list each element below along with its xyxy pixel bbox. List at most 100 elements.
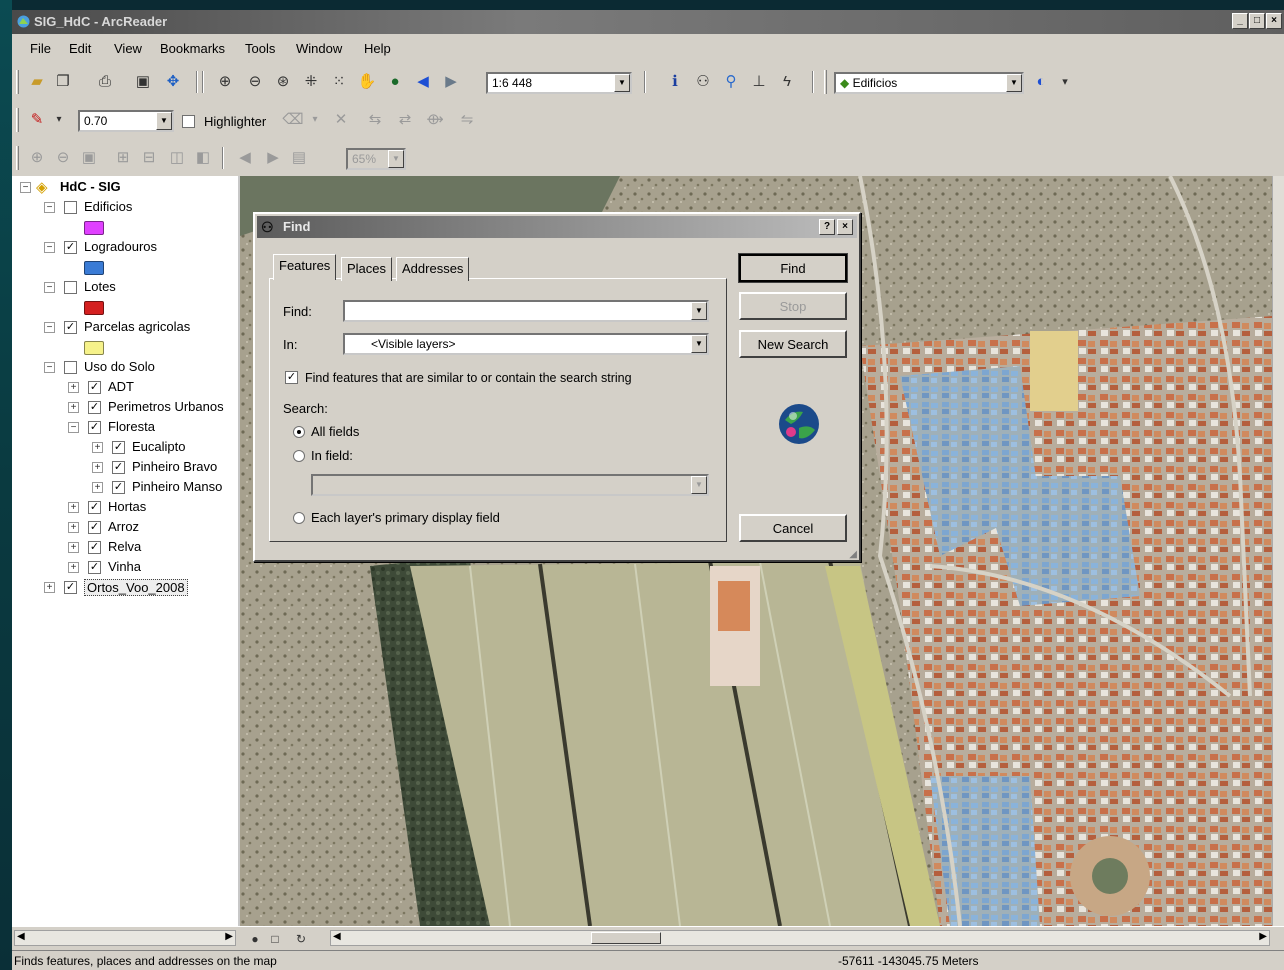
toc-layer-row[interactable]: − Uso do Solo — [20, 358, 235, 378]
in-layers-select[interactable]: <Visible layers> ▼ — [343, 333, 709, 355]
map-horizontal-scrollbar[interactable]: ◀ ▶ — [330, 930, 1270, 946]
ink-tool-icon[interactable]: ⇄ — [394, 109, 416, 131]
toc-layer-row[interactable]: + ✓ Pinheiro Bravo — [20, 458, 235, 478]
layer-visibility-checkbox[interactable] — [64, 201, 77, 214]
collapse-icon[interactable]: − — [44, 282, 55, 293]
layer-visibility-checkbox[interactable]: ✓ — [88, 561, 101, 574]
toc-layer-row[interactable]: − Lotes — [20, 278, 235, 298]
eraser-options-icon[interactable]: ▾ — [304, 109, 326, 131]
collapse-icon[interactable]: − — [68, 422, 79, 433]
back-arrow-icon[interactable]: ◀ — [412, 71, 434, 93]
clear-ink-icon[interactable]: ✕ — [330, 109, 352, 131]
chevron-down-icon[interactable]: ▼ — [691, 302, 707, 320]
layer-visibility-checkbox[interactable]: ✓ — [88, 401, 101, 414]
menu-bookmarks[interactable]: Bookmarks — [160, 41, 225, 56]
layout-fixed-zoom-in-icon[interactable]: ⊞ — [112, 147, 134, 169]
layer-visibility-checkbox[interactable]: ✓ — [88, 381, 101, 394]
forward-arrow-icon[interactable]: ▶ — [440, 71, 462, 93]
fixed-zoom-in-icon[interactable]: ⁜ — [300, 71, 322, 93]
zoom-in-icon[interactable]: ⊕ — [214, 71, 236, 93]
layout-100-percent-icon[interactable]: ◧ — [192, 147, 214, 169]
layout-page-icon[interactable]: ▤ — [288, 147, 310, 169]
pen-options-icon[interactable]: ▾ — [48, 109, 70, 131]
cancel-button[interactable]: Cancel — [739, 514, 847, 542]
print-icon[interactable]: ⎙ — [94, 71, 116, 93]
collapse-icon[interactable]: − — [44, 202, 55, 213]
toc-layer-row[interactable]: + ✓ Eucalipto — [20, 438, 235, 458]
toc-layer-row[interactable]: − ✓ Floresta — [20, 418, 235, 438]
minimize-button[interactable]: _ — [1232, 13, 1248, 29]
open-icon[interactable]: ▰ — [26, 71, 48, 93]
layer-visibility-checkbox[interactable]: ✓ — [64, 581, 77, 594]
layer-visibility-checkbox[interactable]: ✓ — [112, 441, 125, 454]
collapse-icon[interactable]: − — [44, 242, 55, 253]
data-view-icon[interactable]: ● — [244, 928, 266, 950]
layer-visibility-checkbox[interactable] — [64, 361, 77, 374]
toc-layer-row[interactable]: + ✓ Ortos_Voo_2008 — [20, 578, 235, 598]
expand-icon[interactable]: + — [68, 502, 79, 513]
chevron-down-icon[interactable]: ▼ — [691, 335, 707, 353]
pen-width-combo[interactable]: 0.70 ▼ — [78, 110, 174, 132]
scroll-left-icon[interactable]: ◀ — [333, 931, 341, 942]
layer-visibility-checkbox[interactable]: ✓ — [112, 461, 125, 474]
toc-layer-row[interactable]: + ✓ ADT — [20, 378, 235, 398]
fixed-zoom-icon[interactable]: ⊛ — [272, 71, 294, 93]
in-field-radio[interactable] — [293, 450, 305, 462]
zoom-out-icon[interactable]: ⊖ — [244, 71, 266, 93]
layout-view-icon[interactable]: ▣ — [132, 71, 154, 93]
toc-horizontal-scrollbar[interactable]: ◀ ▶ — [14, 930, 236, 946]
layout-zoom-out-icon[interactable]: ⊖ — [52, 147, 74, 169]
map-vertical-scrollbar[interactable] — [1272, 176, 1284, 926]
expand-icon[interactable]: + — [68, 522, 79, 533]
fixed-zoom-out-icon[interactable]: ⁙ — [328, 71, 350, 93]
maximize-button[interactable]: □ — [1249, 13, 1265, 29]
ink-tool-icon[interactable]: ⇋ — [456, 109, 478, 131]
full-extent-globe-icon[interactable]: ● — [384, 71, 406, 93]
collapse-icon[interactable]: − — [20, 182, 31, 193]
layout-fixed-zoom-out-icon[interactable]: ⊟ — [138, 147, 160, 169]
expand-icon[interactable]: + — [92, 482, 103, 493]
ink-tool-icon[interactable]: ⇆ — [364, 109, 386, 131]
toc-layer-row[interactable]: + ✓ Hortas — [20, 498, 235, 518]
toc-layer-row[interactable]: − ✓ Parcelas agricolas — [20, 318, 235, 338]
new-search-button[interactable]: New Search — [739, 330, 847, 358]
layer-visibility-checkbox[interactable]: ✓ — [112, 481, 125, 494]
help-button[interactable]: ? — [819, 219, 835, 235]
chevron-down-icon[interactable]: ▼ — [156, 112, 172, 130]
dialog-close-button[interactable]: × — [837, 219, 853, 235]
layout-pan-icon[interactable]: ▣ — [78, 147, 100, 169]
expand-icon[interactable]: + — [92, 462, 103, 473]
expand-icon[interactable]: + — [44, 582, 55, 593]
layout-view-icon[interactable]: □ — [264, 928, 286, 950]
layer-tool-icon[interactable]: ◐ — [1030, 71, 1052, 93]
menu-tools[interactable]: Tools — [245, 41, 275, 56]
primary-field-radio[interactable] — [293, 512, 305, 524]
toc-layer-row[interactable]: + ✓ Relva — [20, 538, 235, 558]
copy-icon[interactable]: ❐ — [52, 71, 74, 93]
find-binoculars-icon[interactable]: ⚇ — [692, 71, 714, 93]
layer-visibility-checkbox[interactable]: ✓ — [64, 241, 77, 254]
menu-window[interactable]: Window — [296, 41, 342, 56]
resize-grip-icon[interactable]: ◢ — [849, 549, 857, 560]
scroll-thumb[interactable] — [591, 932, 661, 944]
expand-icon[interactable]: + — [68, 562, 79, 573]
in-field-select[interactable]: ▼ — [311, 474, 709, 496]
toc-layer-row[interactable]: + ✓ Vinha — [20, 558, 235, 578]
layer-visibility-checkbox[interactable]: ✓ — [64, 321, 77, 334]
chevron-down-icon[interactable]: ▼ — [614, 74, 630, 92]
layout-back-icon[interactable]: ◀ — [234, 147, 256, 169]
toc-layer-row[interactable]: − ✓ Logradouros — [20, 238, 235, 258]
find-button[interactable]: Find — [738, 253, 848, 283]
layer-visibility-checkbox[interactable]: ✓ — [88, 521, 101, 534]
collapse-icon[interactable]: − — [44, 322, 55, 333]
collapse-icon[interactable]: − — [44, 362, 55, 373]
eraser-icon[interactable]: ⌫ — [282, 109, 304, 131]
layout-full-page-icon[interactable]: ◫ — [166, 147, 188, 169]
tab-features[interactable]: Features — [273, 254, 337, 280]
menu-edit[interactable]: Edit — [69, 41, 91, 56]
measure-icon[interactable]: ⊥ — [748, 71, 770, 93]
layer-select-combo[interactable]: ◆ Edificios ▼ — [834, 72, 1024, 94]
close-button[interactable]: × — [1266, 13, 1282, 29]
tab-places[interactable]: Places — [341, 257, 393, 281]
menu-view[interactable]: View — [114, 41, 142, 56]
